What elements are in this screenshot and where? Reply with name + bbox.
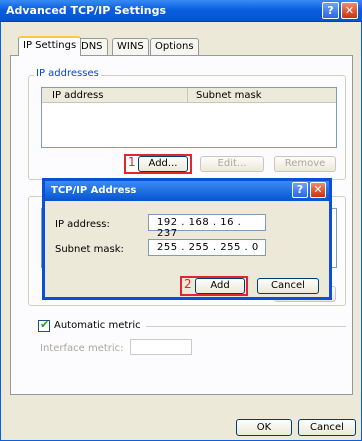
metric-divider [146,326,346,327]
ok-button[interactable]: OK [236,419,292,436]
automatic-metric-label: Automatic metric [54,320,141,331]
close-icon[interactable]: ✕ [341,2,358,19]
interface-metric-label: Interface metric: [40,343,124,354]
window-title: Advanced TCP/IP Settings [6,4,167,17]
dialog-add-button[interactable]: Add [195,278,245,294]
ip-address-field[interactable]: 192 . 168 . 16 . 237 [148,214,266,239]
subnet-mask-field[interactable]: 255 . 255 . 255 . 0 [148,239,266,256]
step-number-1: 1 [128,155,136,169]
column-divider[interactable] [187,88,188,103]
interface-metric-field[interactable] [130,339,192,355]
check-mark-icon: ✔ [40,318,50,331]
tab-ip-settings[interactable]: IP Settings [18,36,82,56]
dialog-close-icon[interactable]: ✕ [310,182,326,198]
add-ip-button[interactable]: Add... [138,156,188,172]
column-header-ip-address[interactable]: IP address [52,90,103,101]
help-icon[interactable]: ? [322,2,339,19]
dialog-cancel-button[interactable]: Cancel [257,278,319,294]
remove-ip-button[interactable]: Remove [274,156,336,172]
automatic-metric-checkbox[interactable]: ✔ [38,318,50,332]
dialog-title: TCP/IP Address [51,185,137,196]
tcpip-address-dialog: TCP/IP Address ? ✕ IP address: 192 . 168… [42,178,332,300]
tab-options[interactable]: Options [150,38,199,56]
dialog-help-icon[interactable]: ? [292,182,308,198]
tab-wins[interactable]: WINS [112,38,149,56]
edit-ip-button[interactable]: Edit... [200,156,264,172]
step-number-2: 2 [184,277,192,291]
ip-address-label: IP address: [55,219,110,230]
subnet-mask-label: Subnet mask: [55,244,124,255]
column-header-subnet-mask[interactable]: Subnet mask [196,90,262,101]
cancel-button[interactable]: Cancel [298,419,356,436]
ip-addresses-group-label: IP addresses [34,68,101,79]
